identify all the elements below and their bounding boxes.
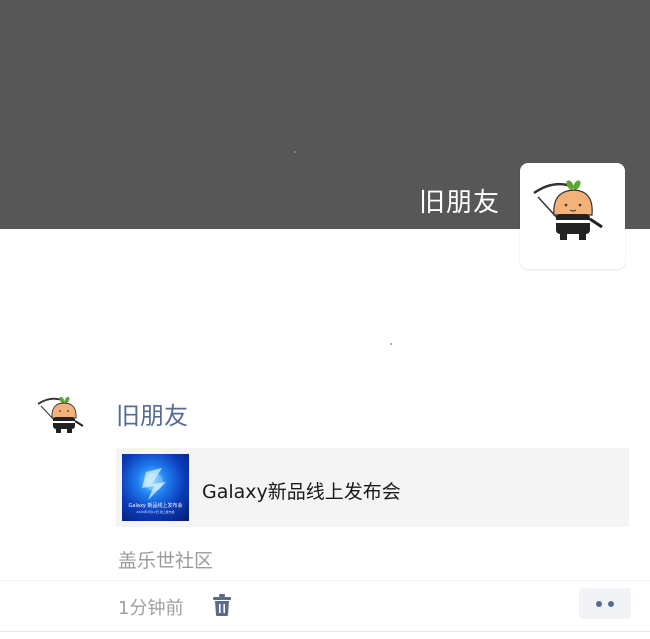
cover-username: 旧朋友: [418, 188, 500, 218]
more-dot: [596, 601, 602, 607]
trash-icon: [213, 594, 231, 616]
thumbnail-subcaption: 2020年2月12日 线上发布会: [136, 510, 175, 514]
delete-button[interactable]: [211, 593, 233, 617]
thumbnail-caption: Galaxy 新品线上发布会: [128, 503, 183, 509]
shared-link-title: Galaxy新品线上发布会: [202, 481, 401, 503]
divider: [0, 580, 650, 581]
cartoon-ninja-avatar-icon: [37, 396, 84, 433]
more-actions-button[interactable]: [579, 588, 631, 619]
divider: [0, 631, 650, 632]
post-time: 1分钟前: [118, 598, 184, 619]
shared-link-thumbnail: Galaxy 新品线上发布会 2020年2月12日 线上发布会: [122, 454, 189, 521]
post-source[interactable]: 盖乐世社区: [118, 546, 213, 573]
shared-link-card[interactable]: Galaxy 新品线上发布会 2020年2月12日 线上发布会 Galaxy新品…: [116, 448, 629, 527]
more-dot: [608, 601, 614, 607]
cartoon-ninja-avatar-icon: [533, 180, 603, 240]
speck: [390, 343, 392, 345]
cover-speck: [294, 151, 296, 153]
post-author-name[interactable]: 旧朋友: [116, 396, 188, 431]
post-author-avatar[interactable]: [36, 388, 98, 450]
profile-avatar[interactable]: [520, 163, 625, 269]
